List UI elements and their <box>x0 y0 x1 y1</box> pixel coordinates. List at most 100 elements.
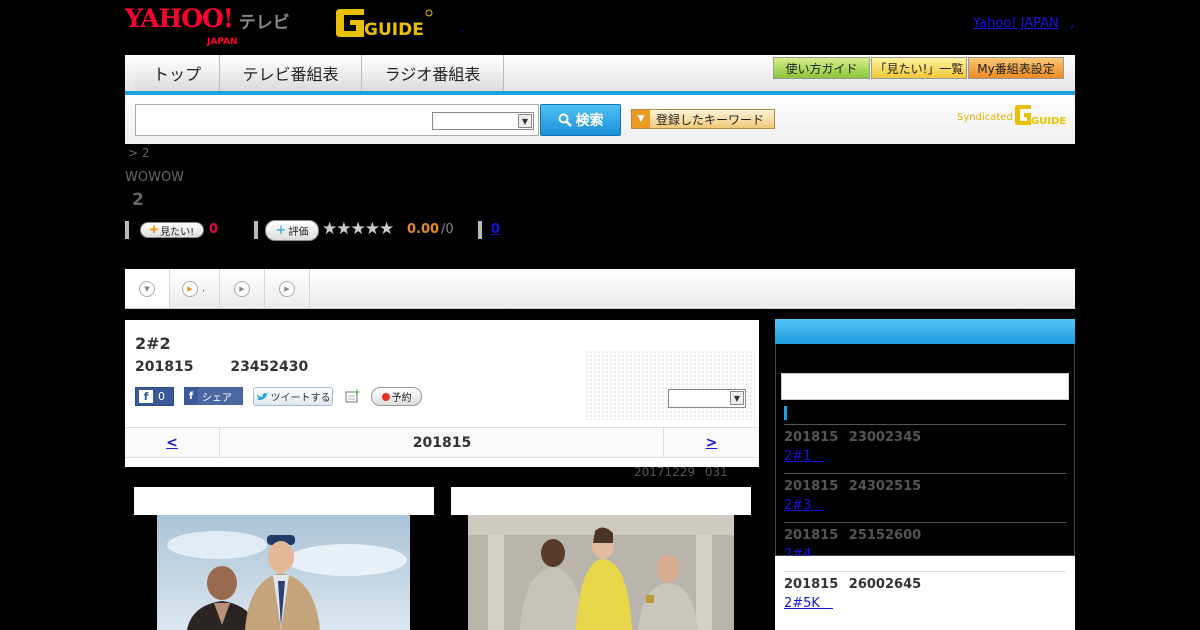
breadcrumb: > 2 <box>128 146 150 160</box>
episode-panel: 2#2 201815 23452430 f 0 f シェア ツイートする + 予… <box>125 320 759 467</box>
nav-tab-radio-listings[interactable]: ラジオ番組表 <box>362 55 504 91</box>
search-category-select[interactable]: ▼ <box>432 112 534 130</box>
yahoo-japan-link[interactable]: Yahoo! JAPAN <box>973 16 1059 31</box>
play-icon: ▶ <box>182 280 198 297</box>
chevron-down-icon: ▼ <box>139 280 155 297</box>
current-date: 201815 <box>412 434 472 451</box>
channel-name: WOWOW <box>125 170 185 185</box>
tab-cast[interactable]: ▶ <box>220 269 265 308</box>
episode-air-time: 201815 25152600 <box>784 528 922 543</box>
logo-tv-text: テレビ <box>238 13 290 33</box>
update-date-note: 20171229 031 <box>634 465 728 479</box>
plus-icon: + <box>275 223 287 238</box>
episode-air-time: 201815 24302515 <box>784 479 922 494</box>
episode-select[interactable]: ▼ <box>668 389 746 408</box>
list-item: 201815 23002345 2#1 <box>784 424 1066 464</box>
tab-episodes-label: , <box>202 283 206 294</box>
nav-tab-top[interactable]: トップ <box>135 55 220 91</box>
tab-details[interactable]: ▼ <box>125 269 170 308</box>
record-icon <box>381 392 390 401</box>
sidebar-header <box>775 319 1075 344</box>
logo-yahoo-text: YAHOO! JAPAN <box>125 6 238 48</box>
sidebar-section-marker <box>784 406 787 420</box>
gguide-logo-text: GUIDE <box>364 20 424 39</box>
episode-air-time: 201815 26002645 <box>784 577 922 592</box>
syndicated-label: Syndicated <box>957 112 1013 123</box>
watchlist-button[interactable]: 「見たい!」一覧 <box>871 57 967 79</box>
want-to-watch-count: 0 <box>209 222 219 237</box>
stat-divider <box>125 221 129 239</box>
reserve-button[interactable]: 予約 <box>371 387 422 406</box>
rating-count: /0 <box>441 222 454 237</box>
episode-title: 2#2 <box>135 334 171 353</box>
sidebar-list-continued: 201815 26002645 2#5K <box>775 556 1075 630</box>
episode-schedule: 201815 23452430 <box>135 359 309 375</box>
photo-card-header <box>134 487 434 515</box>
yahoo-japan-separator: , <box>1070 16 1075 31</box>
syndicated-gguide-logo: GUIDE <box>1015 105 1066 127</box>
sidebar-search-input[interactable] <box>781 373 1069 400</box>
program-tabs: ▼ ▶ , ▶ ▶ <box>125 269 1075 309</box>
date-pager: < 201815 > <box>125 427 759 458</box>
syndicated-logo-text: GUIDE <box>1031 116 1066 127</box>
facebook-share-button[interactable]: f シェア <box>184 387 243 405</box>
want-to-watch-button[interactable]: ✚ 見たい! <box>140 222 204 238</box>
rate-label: 評価 <box>288 227 309 238</box>
tab-related[interactable]: ▶ <box>265 269 310 308</box>
chevron-down-icon: ▼ <box>518 114 532 128</box>
search-button[interactable]: 検索 <box>540 104 621 136</box>
play-icon: ▶ <box>279 280 295 297</box>
prev-day-link[interactable]: < <box>125 428 220 457</box>
facebook-like-count: 0 <box>158 390 165 403</box>
saved-keywords-button[interactable]: ▼ 登録したキーワード <box>631 109 775 129</box>
nav-tab-tv-listings[interactable]: テレビ番組表 <box>220 55 362 91</box>
photo-card <box>134 487 434 630</box>
chevron-down-icon: ▼ <box>730 391 744 405</box>
episode-link[interactable]: 2#3 <box>784 498 824 513</box>
stat-divider <box>478 221 482 239</box>
my-listings-settings-button[interactable]: My番組表設定 <box>968 57 1064 79</box>
episode-photo[interactable] <box>468 515 734 630</box>
global-nav: トップ テレビ番組表 ラジオ番組表 使い方ガイド 「見たい!」一覧 My番組表設… <box>125 55 1075 95</box>
photo-card-header <box>451 487 751 515</box>
svg-text:+: + <box>353 388 360 398</box>
search-icon <box>558 113 572 127</box>
review-count-link[interactable]: 0 <box>491 222 500 237</box>
saved-keywords-label: 登録したキーワード <box>656 112 765 127</box>
add-to-calendar-icon[interactable]: + <box>344 388 361 404</box>
twitter-bird-icon <box>256 391 269 400</box>
facebook-icon: f <box>139 390 153 403</box>
episode-link[interactable]: 2#1 <box>784 449 824 464</box>
search-button-label: 検索 <box>575 113 604 129</box>
list-item: 201815 24302515 2#3 <box>784 473 1066 513</box>
facebook-share-label: シェア <box>202 392 232 404</box>
dot-pattern-decoration <box>585 350 755 420</box>
episode-photo[interactable] <box>157 515 410 630</box>
yahoo-logo[interactable]: YAHOO! JAPAN テレビ <box>125 6 290 48</box>
play-icon: ▶ <box>234 280 250 297</box>
photo-card <box>451 487 751 630</box>
tweet-button[interactable]: ツイートする <box>253 387 333 406</box>
episode-link[interactable]: 2#5K <box>784 596 833 611</box>
rating-stars: ★★★★★ <box>322 219 394 239</box>
rate-button[interactable]: + 評価 <box>265 220 319 241</box>
facebook-like-button[interactable]: f 0 <box>135 387 174 406</box>
gguide-logo[interactable]: GUIDE <box>334 7 434 39</box>
tab-episodes[interactable]: ▶ , <box>170 269 220 308</box>
episode-air-time: 201815 23002345 <box>784 430 922 445</box>
dropdown-arrow-icon: ▼ <box>632 110 650 128</box>
next-day-link[interactable]: > <box>663 428 759 457</box>
tweet-label: ツイートする <box>270 393 331 404</box>
facebook-icon: f <box>184 387 198 405</box>
rating-score: 0.00 <box>407 222 440 237</box>
program-title: 2 <box>132 190 144 210</box>
plus-icon: ✚ <box>149 224 159 236</box>
search-area: ▼ 検索 ▼ 登録したキーワード Syndicated GUIDE <box>125 95 1075 144</box>
want-to-watch-label: 見たい! <box>160 226 195 238</box>
stat-divider <box>254 221 258 239</box>
header-separator: , <box>461 24 465 35</box>
logo-japan-text: JAPAN <box>207 37 238 47</box>
reserve-label: 予約 <box>391 393 412 404</box>
list-item: 201815 26002645 2#5K <box>784 571 1066 611</box>
usage-guide-button[interactable]: 使い方ガイド <box>773 57 870 79</box>
